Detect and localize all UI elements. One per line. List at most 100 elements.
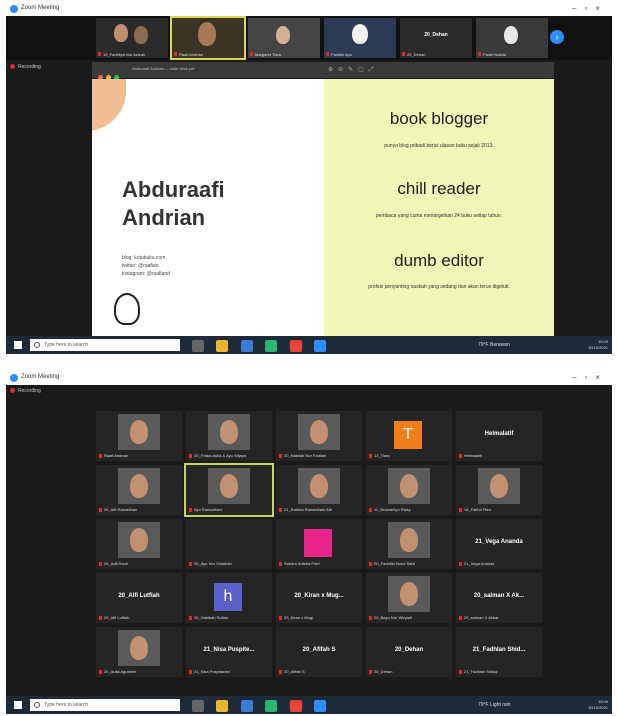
participant-display-name: 20_Dehan	[424, 32, 448, 38]
taskbar-search-box[interactable]: Type here to search	[30, 339, 180, 351]
participant-name: 20_Afifah S	[284, 669, 305, 674]
participant-tile[interactable]: 21_Vega Ananda 21_Vega Ananda	[456, 519, 542, 569]
pdf-viewer-toolbar: Abduraafi Andrian — slide deck.pdf ⊕⊖✎▢⤢	[92, 62, 554, 80]
window-titlebar: Zoom Meeting –▫×	[6, 2, 612, 16]
participant-tile[interactable]: Helmalatif Helmalatif	[456, 411, 542, 461]
zoom-taskbar-icon[interactable]	[314, 700, 327, 712]
participant-name: 21_Rahma Ramadhani Afri	[284, 507, 333, 512]
slide-left-panel: Abduraafi Andrian blog: kutubuku.com twi…	[92, 79, 324, 339]
participant-tile[interactable]: 20_Fadhilla Nurul Safa	[366, 519, 452, 569]
doodle-icon	[114, 293, 140, 325]
participant-thumbnail[interactable]: 20_Dehan 20_Dehan	[400, 18, 472, 58]
participant-video	[118, 468, 160, 504]
participant-name: Raafi Andrian	[104, 453, 129, 458]
window-controls[interactable]: –▫×	[572, 4, 608, 13]
participant-tile[interactable]: Sandra Ardelia Putri	[276, 519, 362, 569]
participant-thumbnail[interactable]: Raafi Andrian	[170, 16, 246, 60]
store-icon[interactable]	[240, 700, 253, 712]
participant-display-name: 21_Vega Ananda	[475, 539, 523, 545]
store-icon[interactable]	[240, 340, 253, 352]
role-title: dumb editor	[394, 251, 484, 270]
edge-icon[interactable]	[265, 700, 278, 712]
participant-name: 20_Kiran x Mugi	[284, 615, 313, 620]
contact-instagram: instagram: @raafiand	[122, 271, 170, 277]
zoom-window-gallery: Zoom Meeting –▫× Recording Raafi Andrian…	[6, 371, 612, 714]
participant-tile[interactable]: Raafi Andrian	[96, 411, 182, 461]
participant-tile[interactable]: 20_Adit Santi	[96, 519, 182, 569]
window-titlebar: Zoom Meeting –▫×	[6, 371, 612, 385]
mic-muted-icon	[369, 616, 372, 620]
participant-name: 20_Fadhilla Nurul Safa	[374, 561, 415, 566]
participant-thumbnail[interactable]: 10_Fadhliya Nur Azizah	[96, 18, 168, 58]
mic-muted-icon	[189, 562, 192, 566]
zoom-window-screen-share: Zoom Meeting –▫× 10_Fadhliya Nur Azizah …	[6, 2, 612, 354]
participant-tile[interactable]: T 13_Tiara	[366, 411, 452, 461]
participant-name: 11_Bramantyo Rizky	[374, 507, 411, 512]
participant-face	[220, 474, 238, 498]
participant-display-name: 20_Afifah S	[302, 647, 336, 653]
participant-tile[interactable]: 20_Friska Aulia & Ayu Wijaya	[186, 411, 272, 461]
file-explorer-icon[interactable]	[216, 340, 229, 352]
participant-tile[interactable]: 20_Kiran x Mug... 20_Kiran x Mugi	[276, 573, 362, 623]
system-clock[interactable]: 15:06 10/10/2021	[588, 699, 608, 711]
participant-face	[310, 474, 328, 498]
participant-thumbnail[interactable]: Farah Nabila	[476, 18, 548, 58]
participant-name: 20_Friska Aulia & Ayu Wijaya	[194, 453, 246, 458]
participant-tile[interactable]: 20_Nabilah Nur Fadilah	[276, 411, 362, 461]
chrome-icon[interactable]	[289, 340, 302, 352]
participant-name: Farah Nabila	[483, 52, 506, 57]
participant-video	[388, 522, 430, 558]
participant-tile[interactable]: 20_Afifah S 20_Afifah S	[276, 627, 362, 677]
mic-muted-icon	[459, 454, 462, 458]
participant-face	[130, 636, 148, 660]
participant-tile[interactable]: 21_Fadhlan Shid... 21_Fadhlan Shidqi	[456, 627, 542, 677]
participant-tile[interactable]: Ayu Ramadhani	[184, 463, 274, 517]
weather-widget[interactable]: 79°F Berawan	[478, 342, 510, 348]
participant-tile[interactable]: 20_Ayu Nur Shalihah	[186, 519, 272, 569]
participant-name: 20_Afif Ramadhan	[104, 507, 138, 512]
participant-avatar: T	[394, 421, 422, 449]
participant-tile[interactable]: 20_Alfi Lutfiah 20_Alfi Lutfiah	[96, 573, 182, 623]
participant-name: 20_Adit Santi	[104, 561, 128, 566]
file-explorer-icon[interactable]	[216, 700, 229, 712]
participant-tile[interactable]: 20_Bayu Nur Wiryadi	[366, 573, 452, 623]
mic-muted-icon	[99, 454, 102, 458]
task-view-icon[interactable]	[192, 700, 204, 712]
window-controls[interactable]: –▫×	[572, 373, 608, 382]
participant-tile[interactable]: 20_salman X Ak... 20_salman X Akbar	[456, 573, 542, 623]
system-clock[interactable]: 15:05 10/10/2021	[588, 339, 608, 351]
windows-start-icon[interactable]	[14, 341, 22, 349]
participant-thumbnail[interactable]: Fadilah Ayu	[324, 18, 396, 58]
participant-tile[interactable]: 20_Afif Ramadhan	[96, 465, 182, 515]
participant-tile[interactable]: 21_Nisa Puspite... 21_Nisa Puspitarani	[186, 627, 272, 677]
participant-name: 20_Habibah Sultan	[194, 615, 229, 620]
participant-tile[interactable]: 18_Fakhri Fitra	[456, 465, 542, 515]
zoom-taskbar-icon[interactable]	[314, 340, 327, 352]
chrome-icon[interactable]	[289, 700, 302, 712]
next-page-icon[interactable]: ›	[550, 30, 564, 44]
participant-display-name: 20_salman X Ak...	[473, 593, 525, 599]
weather-widget[interactable]: 79°F Light rain	[478, 702, 511, 708]
participant-face	[310, 420, 328, 444]
participant-tile[interactable]: 21_Rahma Ramadhani Afri	[276, 465, 362, 515]
mic-muted-icon	[99, 616, 102, 620]
task-view-icon[interactable]	[192, 340, 204, 352]
participant-name: 18_Fakhri Fitra	[464, 507, 491, 512]
participant-name: 20_Dehan	[407, 52, 426, 57]
taskbar-search-box[interactable]: Type here to search	[30, 699, 180, 711]
participant-video	[298, 468, 340, 504]
mic-muted-icon	[279, 670, 282, 674]
participant-video	[388, 468, 430, 504]
participant-tile[interactable]: 20_Dehan 20_Dehan	[366, 627, 452, 677]
mic-muted-icon	[459, 562, 462, 566]
participant-tile[interactable]: 20_Aulia Agustine	[96, 627, 182, 677]
participant-thumbnail[interactable]: Margaret Tiara	[248, 18, 320, 58]
presentation-slide: Abduraafi Andrian blog: kutubuku.com twi…	[92, 79, 554, 339]
windows-start-icon[interactable]	[14, 701, 22, 709]
viewer-tools[interactable]: ⊕⊖✎▢⤢	[328, 66, 379, 74]
participant-tile[interactable]: h 20_Habibah Sultan	[186, 573, 272, 623]
edge-icon[interactable]	[265, 340, 278, 352]
search-icon	[34, 342, 40, 348]
participant-tile[interactable]: 11_Bramantyo Rizky	[366, 465, 452, 515]
participant-video	[118, 630, 160, 666]
